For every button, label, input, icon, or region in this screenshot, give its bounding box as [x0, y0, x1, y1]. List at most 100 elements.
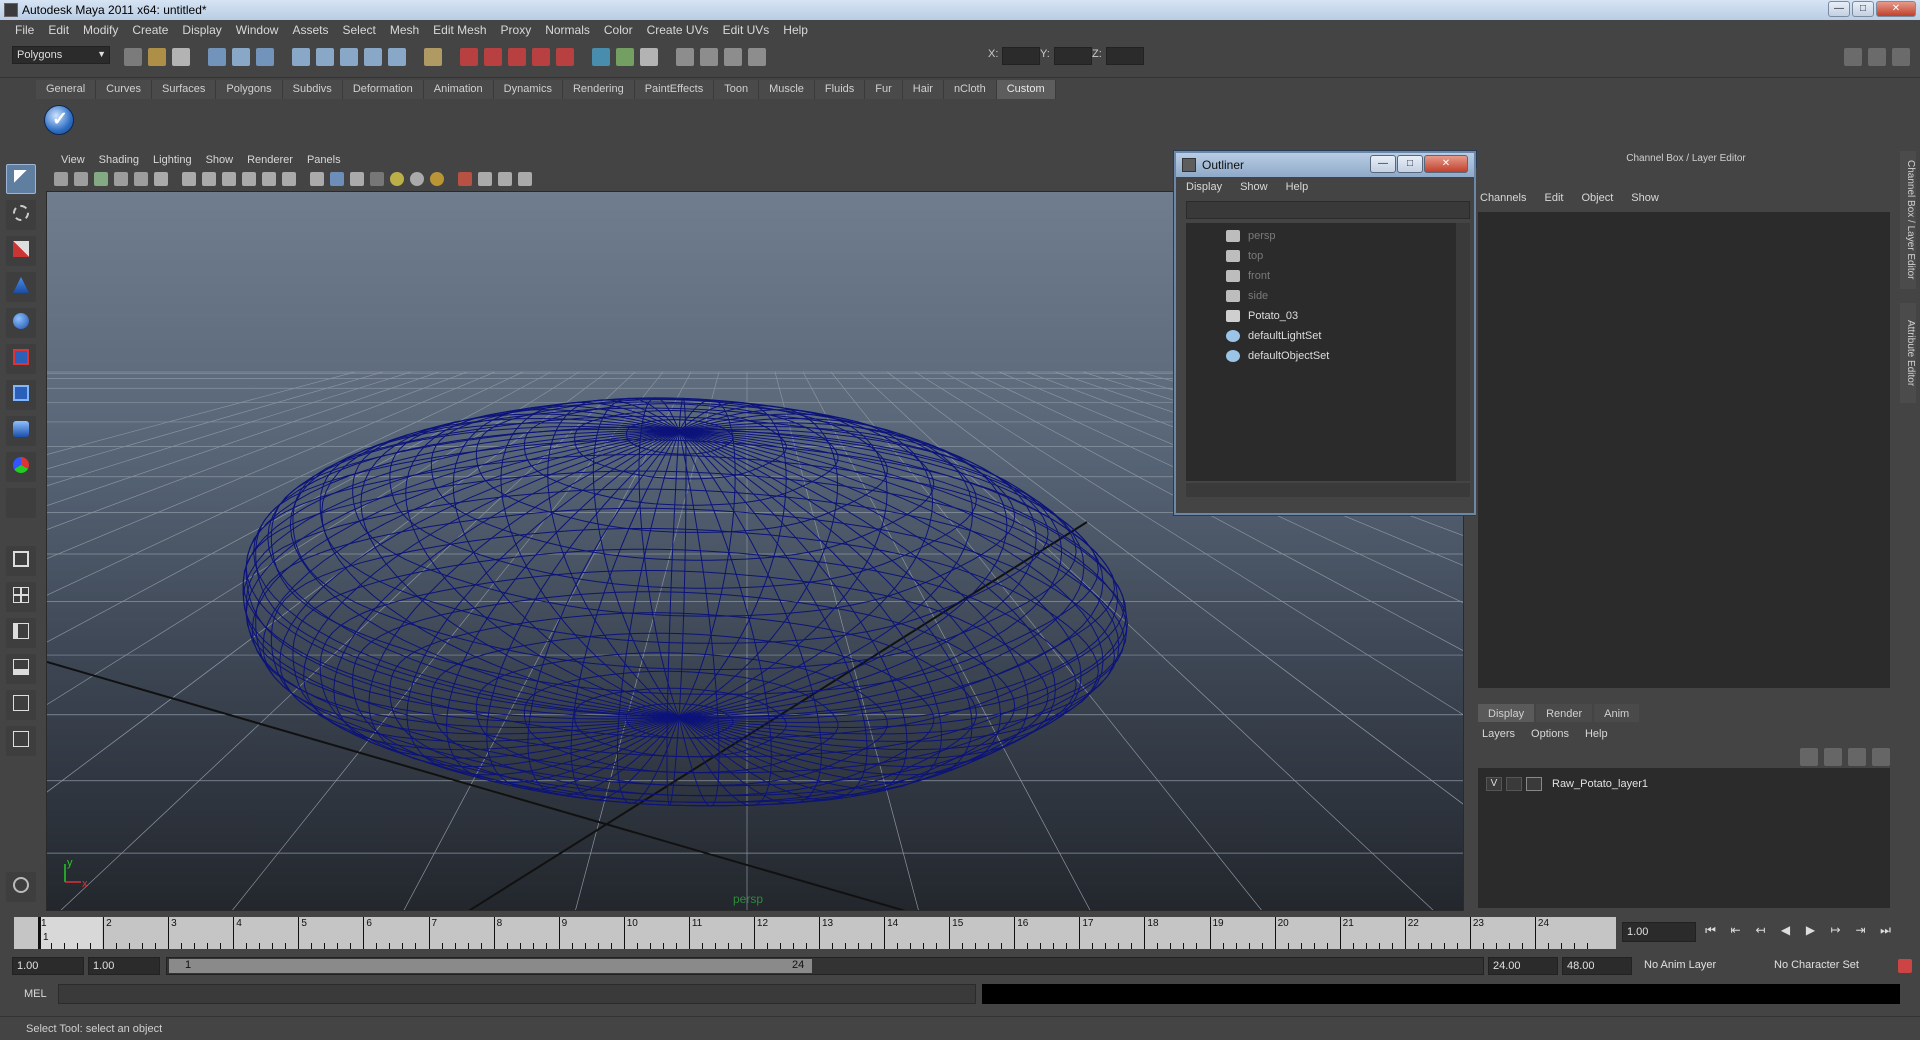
- outliner-title-bar[interactable]: Outliner — □ ✕: [1176, 153, 1474, 177]
- outliner-menu-show[interactable]: Show: [1240, 181, 1268, 193]
- show-hide-attribute-editor-icon[interactable]: [1844, 48, 1862, 66]
- menu-file[interactable]: File: [8, 23, 41, 37]
- menu-set-dropdown[interactable]: Polygons ▼: [12, 46, 110, 64]
- animation-start-field[interactable]: 1.00: [12, 957, 84, 975]
- command-input[interactable]: [58, 984, 976, 1004]
- help-icon[interactable]: [424, 48, 442, 66]
- shelf-tab-fluids[interactable]: Fluids: [814, 80, 866, 99]
- rotate-tool-button[interactable]: [6, 308, 36, 338]
- menu-edit-uvs[interactable]: Edit UVs: [716, 23, 777, 37]
- field-chart-icon[interactable]: [242, 172, 256, 186]
- character-set-dropdown[interactable]: No Character Set: [1770, 957, 1892, 975]
- layout-single-pane-button[interactable]: [6, 546, 36, 576]
- default-lights-icon[interactable]: [390, 172, 404, 186]
- layer-menu-help[interactable]: Help: [1585, 728, 1608, 740]
- outliner-item[interactable]: defaultObjectSet: [1226, 347, 1329, 365]
- layer-visibility-toggle[interactable]: V: [1486, 777, 1502, 791]
- input-line-icon[interactable]: [592, 48, 610, 66]
- viewport-menu-panels[interactable]: Panels: [300, 154, 348, 166]
- layer-row[interactable]: V Raw_Potato_layer1: [1486, 776, 1648, 792]
- xray-icon[interactable]: [478, 172, 492, 186]
- shelf-tab-polygons[interactable]: Polygons: [216, 80, 283, 99]
- step-forward-frame-icon[interactable]: ⇥: [1850, 923, 1871, 941]
- minimize-button[interactable]: —: [1828, 1, 1850, 17]
- outliner-item[interactable]: front: [1226, 267, 1270, 285]
- outliner-horizontal-scrollbar[interactable]: [1186, 483, 1470, 497]
- camera-attributes-icon[interactable]: [74, 172, 88, 186]
- menu-proxy[interactable]: Proxy: [494, 23, 539, 37]
- y-field[interactable]: [1054, 47, 1092, 65]
- shelf-tab-rendering[interactable]: Rendering: [562, 80, 635, 99]
- wireframe-icon[interactable]: [310, 172, 324, 186]
- menu-mesh[interactable]: Mesh: [383, 23, 426, 37]
- image-plane-icon[interactable]: [114, 172, 128, 186]
- shelf-tab-subdivs[interactable]: Subdivs: [282, 80, 343, 99]
- open-scene-icon[interactable]: [148, 48, 166, 66]
- last-tool-button[interactable]: [6, 488, 36, 518]
- viewport-menu-lighting[interactable]: Lighting: [146, 154, 199, 166]
- scale-tool-button[interactable]: [6, 344, 36, 374]
- current-time-field[interactable]: 1.00: [1622, 922, 1696, 942]
- hypershade-icon[interactable]: [556, 48, 574, 66]
- layer-menu-options[interactable]: Options: [1531, 728, 1569, 740]
- menu-assets[interactable]: Assets: [285, 23, 335, 37]
- new-scene-icon[interactable]: [124, 48, 142, 66]
- outliner-item[interactable]: side: [1226, 287, 1268, 305]
- isolate-select-icon[interactable]: [458, 172, 472, 186]
- layer-type-toggle[interactable]: [1506, 777, 1522, 791]
- graph-editor-icon[interactable]: [748, 48, 766, 66]
- menu-window[interactable]: Window: [229, 23, 286, 37]
- wireframe-on-shaded-icon[interactable]: [350, 172, 364, 186]
- safe-action-icon[interactable]: [262, 172, 276, 186]
- x-field[interactable]: [1002, 47, 1040, 65]
- new-layer-icon[interactable]: [1800, 748, 1818, 766]
- viewport-menu-renderer[interactable]: Renderer: [240, 154, 300, 166]
- paint-select-tool-button[interactable]: [6, 236, 36, 266]
- grid-toggle-icon[interactable]: [154, 172, 168, 186]
- go-to-end-icon[interactable]: ⏭: [1875, 923, 1896, 941]
- viewport-menu-view[interactable]: View: [54, 154, 92, 166]
- preferences-icon[interactable]: [1898, 959, 1912, 973]
- viewport-menu-shading[interactable]: Shading: [92, 154, 146, 166]
- snap-plane-icon[interactable]: [364, 48, 382, 66]
- side-tab-attribute-editor[interactable]: Attribute Editor: [1900, 303, 1916, 403]
- select-component-icon[interactable]: [256, 48, 274, 66]
- shelf-tab-toon[interactable]: Toon: [714, 80, 760, 99]
- outliner-item[interactable]: defaultLightSet: [1226, 327, 1321, 345]
- show-hide-channel-box-icon[interactable]: [1892, 48, 1910, 66]
- potato-wireframe-mesh[interactable]: [242, 397, 1129, 807]
- side-tab-channel-box[interactable]: Channel Box / Layer Editor: [1900, 151, 1916, 289]
- menu-normals[interactable]: Normals: [538, 23, 597, 37]
- outliner-item[interactable]: top: [1226, 247, 1263, 265]
- outliner-item[interactable]: Potato_03: [1226, 307, 1298, 325]
- universal-manipulator-button[interactable]: [6, 380, 36, 410]
- xray-joints-icon[interactable]: [498, 172, 512, 186]
- layer-color-swatch[interactable]: [1526, 777, 1542, 791]
- step-back-key-icon[interactable]: ↤: [1750, 923, 1771, 941]
- anim-layer-dropdown[interactable]: No Anim Layer: [1640, 957, 1760, 975]
- step-back-frame-icon[interactable]: ⇤: [1725, 923, 1746, 941]
- layout-outliner-persp-button[interactable]: [6, 618, 36, 648]
- outliner-close-button[interactable]: ✕: [1424, 155, 1468, 173]
- menu-help[interactable]: Help: [776, 23, 815, 37]
- layout-custom-button[interactable]: [6, 726, 36, 756]
- outliner-menu-display[interactable]: Display: [1186, 181, 1222, 193]
- quick-layout-button[interactable]: [6, 872, 36, 902]
- play-backwards-icon[interactable]: ◀: [1775, 923, 1796, 941]
- smooth-shade-icon[interactable]: [330, 172, 344, 186]
- close-button[interactable]: ✕: [1876, 1, 1916, 17]
- render-view-icon[interactable]: [640, 48, 658, 66]
- shelf-tab-fur[interactable]: Fur: [865, 80, 903, 99]
- shelf-checkmark-button[interactable]: [44, 105, 74, 135]
- show-manipulator-button[interactable]: [6, 452, 36, 482]
- outliner-maximize-button[interactable]: □: [1397, 155, 1423, 173]
- outliner-vertical-scrollbar[interactable]: [1456, 223, 1470, 481]
- outliner-menu-help[interactable]: Help: [1286, 181, 1309, 193]
- menu-modify[interactable]: Modify: [76, 23, 125, 37]
- shelf-tab-custom[interactable]: Custom: [996, 80, 1056, 99]
- maximize-button[interactable]: □: [1852, 1, 1874, 17]
- outliner-icon[interactable]: [724, 48, 742, 66]
- layout-hypershade-button[interactable]: [6, 690, 36, 720]
- z-field[interactable]: [1106, 47, 1144, 65]
- select-camera-icon[interactable]: [54, 172, 68, 186]
